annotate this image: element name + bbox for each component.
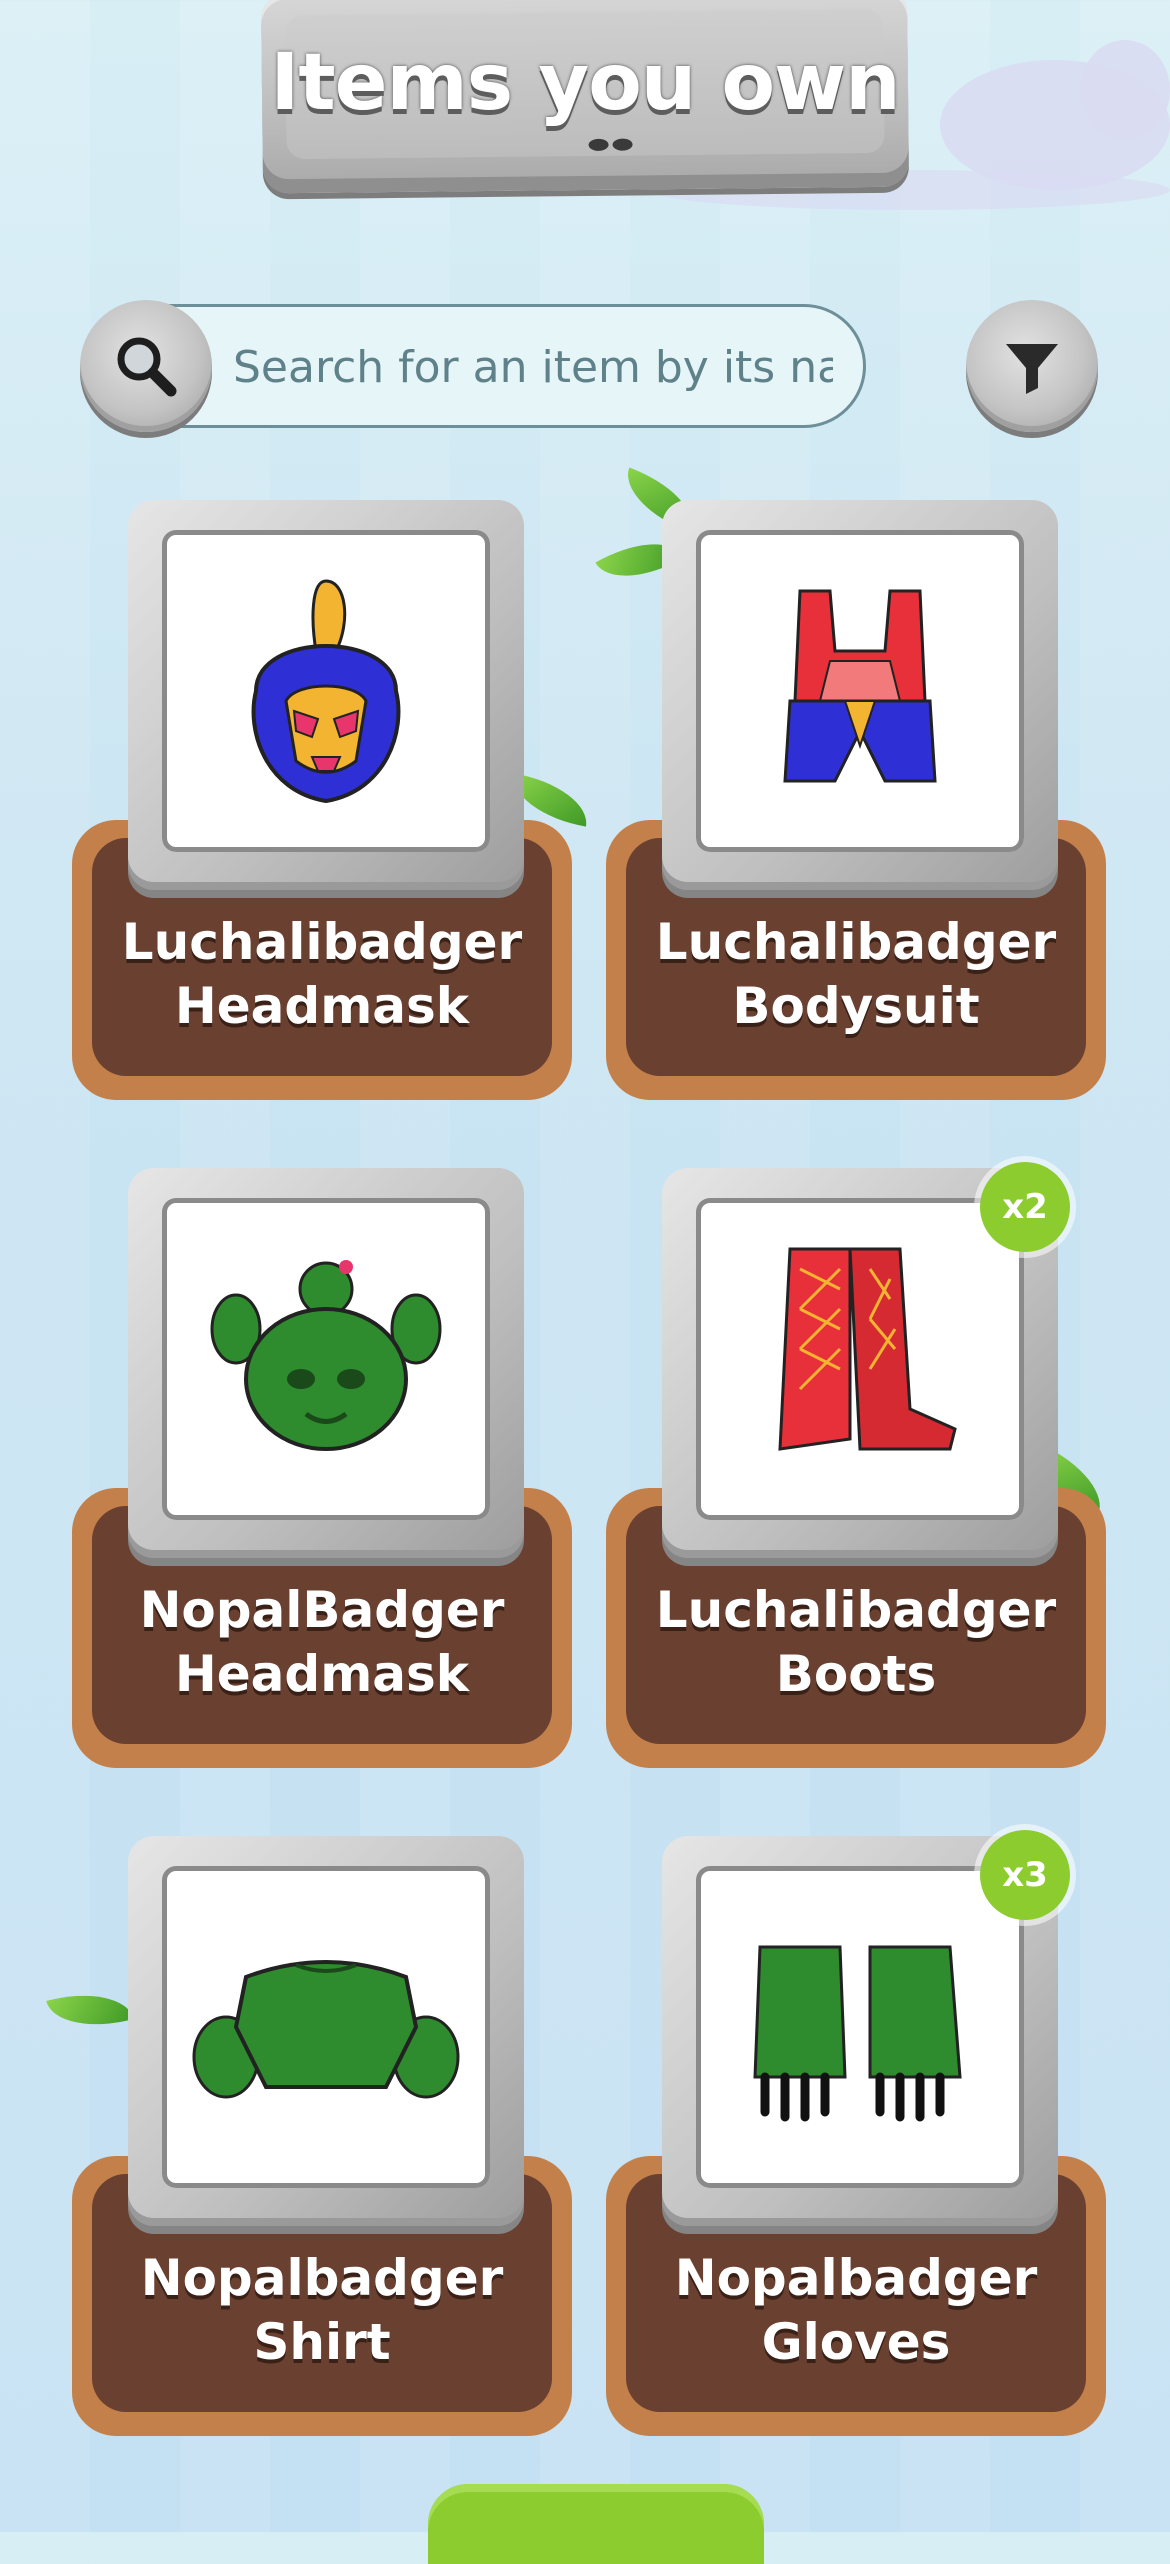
item-name-line2: Gloves (761, 2313, 951, 2371)
item-name-line2: Headmask (174, 1645, 470, 1703)
item-name-line1: Nopalbadger (140, 2249, 504, 2307)
item-name: Luchalibadger Headmask (72, 910, 572, 1038)
page-title: Items you own (270, 38, 900, 128)
item-card[interactable]: Luchalibadger Boots (606, 1168, 1106, 1808)
item-name-line2: Boots (775, 1645, 937, 1703)
item-card[interactable]: NopalBadger Headmask (72, 1168, 572, 1808)
search-button[interactable] (80, 300, 212, 432)
item-name-line1: Luchalibadger (655, 1581, 1057, 1639)
item-name-line2: Shirt (253, 2313, 391, 2371)
quantity-badge: x3 (980, 1830, 1070, 1920)
item-name: Nopalbadger Gloves (606, 2246, 1106, 2374)
cactus-shirt-icon (162, 1866, 490, 2188)
quantity-badge: x2 (980, 1162, 1070, 1252)
item-name-line1: Luchalibadger (121, 913, 523, 971)
cactus-headmask-icon (162, 1198, 490, 1520)
item-frame (128, 1168, 524, 1558)
item-name: NopalBadger Headmask (72, 1578, 572, 1706)
item-name-line2: Headmask (174, 977, 470, 1035)
item-name-line1: Luchalibadger (655, 913, 1057, 971)
red-boots-icon (696, 1198, 1024, 1520)
search-input[interactable] (231, 331, 835, 403)
item-name-line1: Nopalbadger (674, 2249, 1038, 2307)
item-name-line1: NopalBadger (139, 1581, 505, 1639)
item-card[interactable]: Luchalibadger Headmask (72, 500, 572, 1140)
item-frame (128, 1836, 524, 2226)
title-dots (588, 135, 648, 152)
item-name: Luchalibadger Boots (606, 1578, 1106, 1706)
lucha-bodysuit-icon (696, 530, 1024, 852)
lucha-headmask-icon (162, 530, 490, 852)
cactus-gloves-icon (696, 1866, 1024, 2188)
item-card[interactable]: Nopalbadger Shirt (72, 1836, 572, 2476)
item-name: Luchalibadger Bodysuit (606, 910, 1106, 1038)
filter-button[interactable] (966, 300, 1098, 432)
filter-icon (966, 300, 1098, 432)
item-name-line2: Bodysuit (732, 977, 980, 1035)
bottom-action-button[interactable] (428, 2484, 764, 2564)
search-icon (80, 300, 212, 432)
search-bar[interactable] (100, 304, 866, 428)
item-card[interactable]: Nopalbadger Gloves (606, 1836, 1106, 2476)
item-name: Nopalbadger Shirt (72, 2246, 572, 2374)
item-frame (662, 500, 1058, 890)
item-card[interactable]: Luchalibadger Bodysuit (606, 500, 1106, 1140)
item-frame (128, 500, 524, 890)
